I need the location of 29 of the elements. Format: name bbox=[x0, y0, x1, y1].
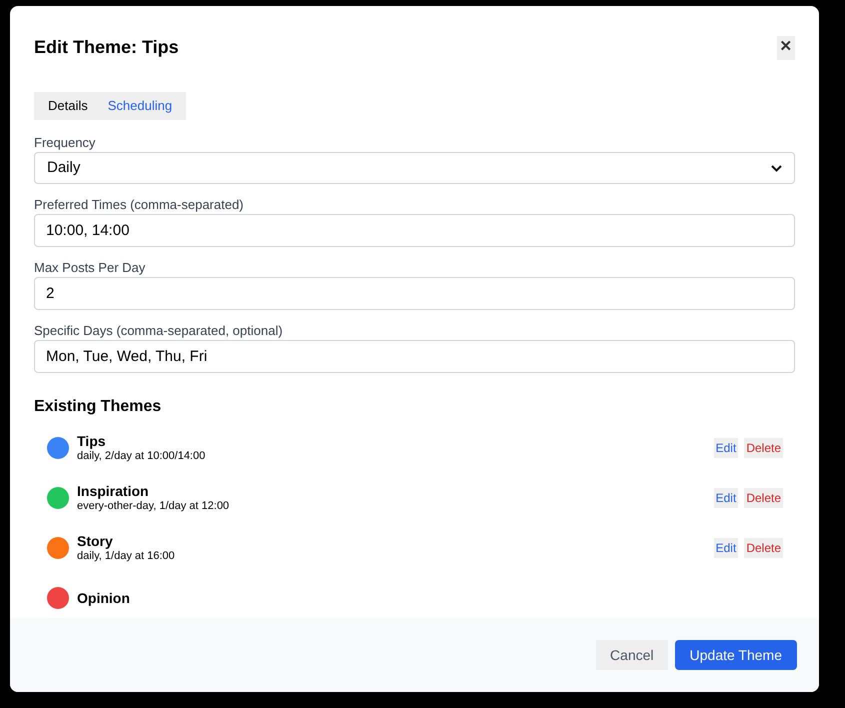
section-title: Existing Themes bbox=[34, 398, 162, 415]
tab[interactable]: Scheduling bbox=[98, 96, 182, 116]
edit-button[interactable]: Edit bbox=[714, 488, 738, 508]
theme-summary: daily, 2/day at 10:00/14:00 bbox=[77, 450, 206, 463]
input-field[interactable]: Mon, Tue, Wed, Thu, Fri bbox=[34, 340, 795, 373]
input-field[interactable]: 2 bbox=[34, 277, 795, 310]
dialog-title: Edit Theme: Tips bbox=[34, 36, 179, 59]
theme-name: Opinion bbox=[77, 590, 131, 606]
theme-name: Story bbox=[77, 533, 114, 550]
delete-button[interactable]: Delete bbox=[744, 438, 783, 458]
input-field[interactable]: 10:00, 14:00 bbox=[34, 214, 795, 247]
field-label: Max Posts Per Day bbox=[34, 260, 146, 276]
cancel-button[interactable]: Cancel bbox=[596, 640, 668, 670]
field-label: Preferred Times (comma-separated) bbox=[34, 197, 245, 213]
theme-name: Tips bbox=[77, 433, 107, 450]
frequency-select[interactable]: Daily bbox=[34, 152, 795, 184]
theme-name: Inspiration bbox=[77, 483, 150, 500]
tab[interactable]: Details bbox=[38, 96, 98, 116]
theme-summary: every-other-day, 1/day at 12:00 bbox=[77, 500, 230, 513]
delete-button[interactable]: Delete bbox=[744, 538, 783, 558]
update-theme-button[interactable]: Update Theme bbox=[674, 640, 797, 670]
edit-button[interactable]: Edit bbox=[714, 538, 738, 558]
close-button[interactable]: ✕ bbox=[777, 36, 795, 60]
chevron-down-icon bbox=[771, 164, 782, 172]
edit-button[interactable]: Edit bbox=[714, 438, 738, 458]
delete-button[interactable]: Delete bbox=[744, 488, 783, 508]
theme-summary: daily, 1/day at 16:00 bbox=[77, 550, 176, 563]
field-label: Specific Days (comma-separated, optional) bbox=[34, 323, 284, 339]
field-label: Frequency bbox=[34, 135, 96, 151]
